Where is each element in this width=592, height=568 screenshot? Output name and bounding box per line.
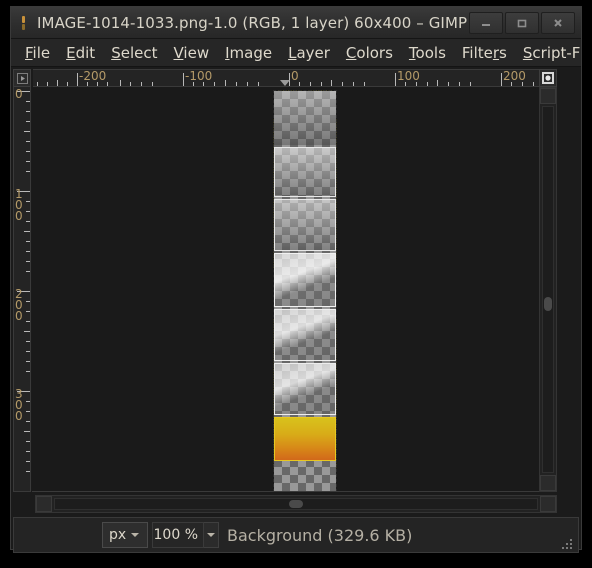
scroll-down-button[interactable] <box>540 475 556 491</box>
gradient-block-orange <box>274 417 336 461</box>
hruler-label-minus200: -200 <box>79 69 107 83</box>
horizontal-scroll-track[interactable] <box>54 498 538 510</box>
vertical-scroll-track[interactable] <box>542 106 554 473</box>
window-title: IMAGE-1014-1033.png-1.0 (RGB, 1 layer) 6… <box>37 13 467 32</box>
hruler-label-200: 200 <box>503 69 526 83</box>
image-window: IMAGE-1014-1033.png-1.0 (RGB, 1 layer) 6… <box>10 6 582 553</box>
gradient-block-6 <box>274 363 336 415</box>
ruler-origin-icon[interactable] <box>13 69 31 87</box>
resize-grip[interactable] <box>562 537 574 549</box>
window-controls <box>467 11 575 34</box>
scroll-right-button[interactable] <box>540 496 556 512</box>
vruler-label-zero: 0 <box>15 87 23 101</box>
unit-value: px <box>109 527 127 543</box>
wilber-icon <box>17 14 31 32</box>
status-message: Background (329.6 KB) <box>227 525 413 545</box>
gradient-block-3 <box>274 199 336 251</box>
quick-mask-icon[interactable] <box>539 69 557 87</box>
hruler-label-zero: 0 <box>291 69 299 83</box>
vertical-scrollbar[interactable] <box>539 87 557 492</box>
gradient-block-1 <box>274 91 336 145</box>
menu-image[interactable]: Image <box>217 42 280 64</box>
ruler-position-marker <box>280 80 290 86</box>
gradient-block-4 <box>274 253 336 307</box>
menu-select[interactable]: Select <box>103 42 165 64</box>
work-area: -200 -100 0 100 200 0 1 0 0 2 0 0 3 0 0 … <box>11 67 581 553</box>
zoom-dropdown-button[interactable] <box>204 522 219 548</box>
vruler-label-200: 200 <box>15 287 23 323</box>
gradient-block-5 <box>274 309 336 361</box>
gradient-block-2 <box>274 147 336 197</box>
image-layer[interactable] <box>273 90 337 491</box>
minimize-button[interactable] <box>469 11 503 34</box>
menu-edit[interactable]: Edit <box>58 42 103 64</box>
vertical-scroll-thumb[interactable] <box>544 297 552 311</box>
menu-view[interactable]: View <box>165 42 217 64</box>
chevron-down-icon-zoom <box>207 533 215 537</box>
menu-tools[interactable]: Tools <box>401 42 454 64</box>
close-button[interactable] <box>541 11 575 34</box>
zoom-value: 100 % <box>153 527 198 543</box>
horizontal-ruler[interactable]: -200 -100 0 100 200 <box>33 69 557 87</box>
horizontal-scroll-row <box>13 495 579 513</box>
scroll-left-button[interactable] <box>36 496 52 512</box>
maximize-button[interactable] <box>505 11 539 34</box>
vertical-ruler[interactable]: 0 100 200 300 <box>13 87 31 492</box>
hruler-label-minus100: -100 <box>185 69 213 83</box>
gimp-window-root: IMAGE-1014-1033.png-1.0 (RGB, 1 layer) 6… <box>0 0 592 568</box>
menu-script-fu[interactable]: Script-F <box>515 42 581 64</box>
horizontal-scrollbar[interactable] <box>35 495 557 513</box>
unit-selector[interactable]: px <box>102 522 148 548</box>
menu-layer[interactable]: Layer <box>280 42 338 64</box>
chevron-down-icon <box>131 533 140 537</box>
vruler-label-300: 300 <box>15 387 23 423</box>
menu-bar: File Edit Select View Image Layer Colors… <box>11 39 581 67</box>
menu-file[interactable]: File <box>17 42 58 64</box>
menu-filters[interactable]: Filters <box>454 42 515 64</box>
vruler-label-100: 100 <box>15 187 23 223</box>
status-bar: px 100 % Background (329.6 KB) <box>13 517 579 553</box>
menu-colors[interactable]: Colors <box>338 42 401 64</box>
hruler-label-100: 100 <box>397 69 420 83</box>
title-bar[interactable]: IMAGE-1014-1033.png-1.0 (RGB, 1 layer) 6… <box>11 7 581 39</box>
zoom-input[interactable]: 100 % <box>152 522 204 548</box>
horizontal-scroll-thumb[interactable] <box>289 500 303 508</box>
scroll-up-button[interactable] <box>540 88 556 104</box>
image-canvas[interactable] <box>32 87 557 492</box>
